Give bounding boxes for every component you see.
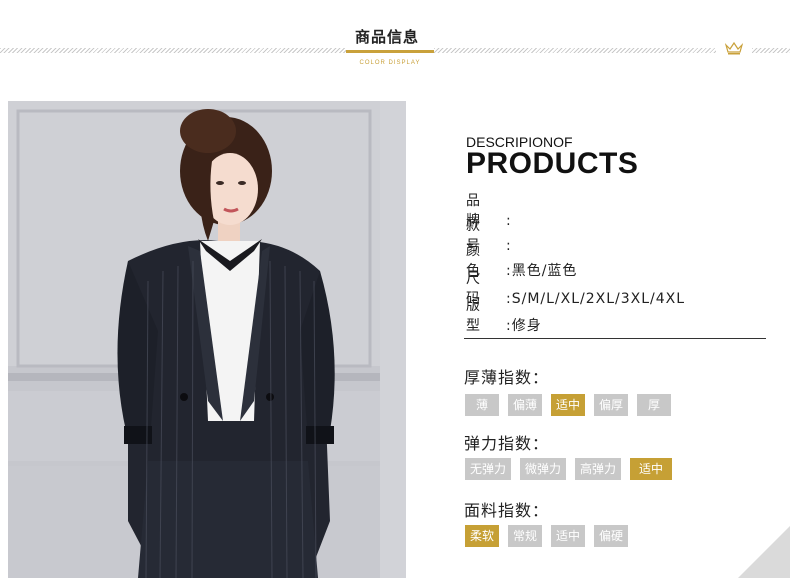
index-tag: 微弹力	[520, 458, 567, 480]
section-subtitle: COLOR DISPLAY	[359, 60, 421, 66]
fabric-index-tags: 柔软 常规 适中 偏硬	[465, 525, 629, 547]
index-tag-selected: 适中	[630, 458, 673, 480]
spec-value: 修身	[511, 318, 542, 334]
index-tag: 高弹力	[575, 458, 622, 480]
index-tag: 偏硬	[594, 525, 629, 547]
header-rule-far-right	[752, 48, 790, 53]
index-tag: 无弹力	[465, 458, 512, 480]
index-tag-selected: 适中	[551, 394, 586, 416]
description-heading-large: PRODUCTS	[466, 147, 639, 180]
fabric-index-title: 面料指数：	[464, 501, 550, 520]
index-tag: 厚	[637, 394, 672, 416]
spec-fit: 版型:修身	[466, 295, 542, 335]
header-rule-right	[434, 48, 716, 53]
index-tag: 薄	[465, 394, 499, 416]
index-tag: 常规	[508, 525, 543, 547]
thickness-index-title: 厚薄指数：	[464, 368, 550, 387]
index-tag: 偏厚	[594, 394, 629, 416]
title-underline	[346, 50, 434, 53]
spec-divider	[464, 338, 766, 339]
index-tag: 偏薄	[508, 394, 543, 416]
product-photo	[8, 101, 406, 578]
corner-decoration	[738, 526, 790, 578]
thickness-index-tags: 薄 偏薄 适中 偏厚 厚	[465, 394, 672, 416]
section-title: 商品信息	[355, 28, 420, 46]
elasticity-index-tags: 无弹力 微弹力 高弹力 适中	[465, 458, 673, 480]
header-rule-left	[0, 48, 346, 53]
index-tag: 适中	[551, 525, 586, 547]
crown-icon	[724, 40, 744, 59]
index-tag-selected: 柔软	[465, 525, 500, 547]
spec-label: 版型	[466, 298, 488, 334]
elasticity-index-title: 弹力指数：	[464, 434, 550, 453]
